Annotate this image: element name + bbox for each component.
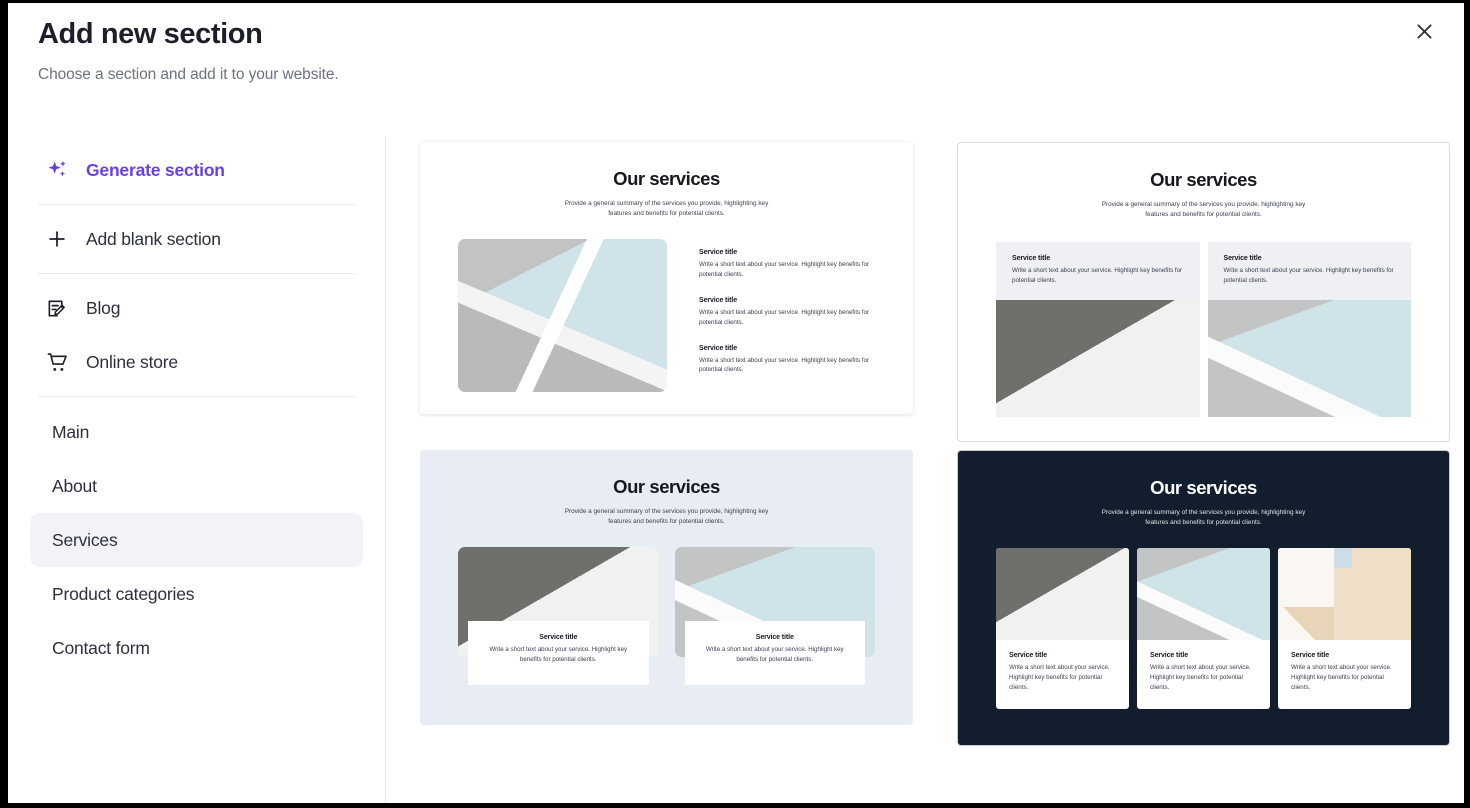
- shopping-cart-icon: [44, 349, 70, 375]
- modal-body: Generate section Add blank section Blog …: [8, 136, 1464, 803]
- service-body: Write a short text about your service. H…: [1150, 663, 1251, 691]
- service-item: Service title Write a short text about y…: [996, 547, 1129, 709]
- sidebar-item-label: About: [52, 475, 97, 496]
- template-card-two-cards-overlay-text[interactable]: Our services Provide a general summary o…: [420, 450, 913, 725]
- service-body: Write a short text about your service. H…: [489, 645, 628, 663]
- service-body: Write a short text about your service. H…: [699, 308, 870, 326]
- template-heading: Our services: [1150, 169, 1257, 190]
- service-item: Service title Write a short text about y…: [996, 241, 1200, 417]
- sidebar-item-label: Contact form: [52, 637, 150, 658]
- sidebar-item-contact-form[interactable]: Contact form: [30, 621, 363, 675]
- sparkles-icon: [44, 157, 70, 183]
- template-heading: Our services: [613, 168, 720, 189]
- service-body: Write a short text about your service. H…: [699, 260, 870, 278]
- service-text-box: Service title Write a short text about y…: [684, 620, 865, 685]
- plus-icon: [44, 226, 70, 252]
- sidebar-item-label: Blog: [86, 297, 121, 318]
- modal-header: Add new section Choose a section and add…: [8, 3, 1464, 84]
- template-header: Our services Provide a general summary o…: [458, 168, 875, 219]
- service-text-box: Service title Write a short text about y…: [468, 620, 649, 685]
- service-title: Service title: [1291, 651, 1329, 659]
- template-photo: [1278, 547, 1411, 640]
- sidebar-item-label: Main: [52, 421, 90, 442]
- template-subheading: Provide a general summary of the service…: [1101, 509, 1306, 526]
- service-title: Service title: [699, 344, 737, 352]
- blog-document-pencil-icon: [44, 295, 70, 321]
- sidebar-item-blog[interactable]: Blog: [30, 281, 363, 335]
- service-item: Service title Write a short text about y…: [674, 546, 875, 685]
- service-title: Service title: [1150, 651, 1188, 659]
- template-card-image-left-three-services[interactable]: Our services Provide a general summary o…: [420, 142, 913, 414]
- service-title: Service title: [1012, 254, 1050, 262]
- template-header: Our services Provide a general summary o…: [996, 169, 1411, 220]
- service-body: Write a short text about your service. H…: [1012, 266, 1183, 284]
- template-photo: [1137, 547, 1270, 640]
- template-gallery: Our services Provide a general summary o…: [386, 136, 1464, 803]
- service-item: Service title Write a short text about y…: [699, 345, 875, 376]
- sidebar-item-online-store[interactable]: Online store: [30, 335, 363, 389]
- template-subheading: Provide a general summary of the service…: [564, 200, 769, 217]
- service-list: Service title Write a short text about y…: [699, 239, 875, 376]
- sidebar-item-services[interactable]: Services: [30, 513, 363, 567]
- template-subheading: Provide a general summary of the service…: [1101, 201, 1306, 218]
- template-card-dark-three-cards[interactable]: Our services Provide a general summary o…: [957, 450, 1450, 746]
- service-body: Write a short text about your service. H…: [705, 645, 844, 663]
- template-photo: [1207, 299, 1411, 417]
- sidebar-item-label: Add blank section: [86, 228, 221, 249]
- template-photo: [996, 547, 1129, 640]
- sidebar-group-blank: Add blank section: [30, 205, 363, 273]
- sidebar-item-label: Services: [52, 529, 118, 550]
- service-item: Service title Write a short text about y…: [699, 297, 875, 328]
- service-item: Service title Write a short text about y…: [458, 546, 659, 685]
- template-header: Our services Provide a general summary o…: [458, 476, 875, 527]
- sidebar-item-label: Product categories: [52, 583, 195, 604]
- page-subtitle: Choose a section and add it to your webs…: [38, 65, 339, 83]
- service-title: Service title: [539, 633, 578, 641]
- sidebar: Generate section Add blank section Blog …: [8, 136, 386, 803]
- service-title: Service title: [1009, 651, 1047, 659]
- template-photo: [458, 238, 667, 392]
- service-title: Service title: [755, 633, 794, 641]
- close-icon: [1416, 23, 1432, 39]
- template-header: Our services Provide a general summary o…: [996, 477, 1411, 528]
- service-title: Service title: [699, 248, 737, 256]
- template-heading: Our services: [1150, 477, 1257, 498]
- service-item: Service title Write a short text about y…: [699, 249, 875, 280]
- sidebar-group-actions: Generate section: [30, 136, 363, 204]
- sidebar-item-add-blank-section[interactable]: Add blank section: [30, 212, 363, 266]
- template-subheading: Provide a general summary of the service…: [564, 508, 769, 525]
- modal-dialog: Add new section Choose a section and add…: [8, 3, 1464, 803]
- service-body: Write a short text about your service. H…: [1223, 266, 1394, 284]
- service-title: Service title: [699, 296, 737, 304]
- service-body: Write a short text about your service. H…: [1291, 663, 1392, 691]
- template-photo: [996, 299, 1200, 417]
- service-item: Service title Write a short text about y…: [1207, 241, 1411, 417]
- close-button[interactable]: [1404, 11, 1444, 51]
- sidebar-item-label: Online store: [86, 351, 178, 372]
- sidebar-item-label: Generate section: [86, 159, 225, 180]
- sidebar-item-product-categories[interactable]: Product categories: [30, 567, 363, 621]
- service-body: Write a short text about your service. H…: [1009, 663, 1110, 691]
- template-heading: Our services: [613, 476, 720, 497]
- sidebar-item-about[interactable]: About: [30, 459, 363, 513]
- page-title: Add new section: [38, 18, 263, 50]
- service-title: Service title: [1223, 254, 1262, 262]
- template-card-two-cards-text-above-image[interactable]: Our services Provide a general summary o…: [957, 142, 1450, 442]
- sidebar-group-pages: Main About Services Product categories C…: [30, 397, 363, 682]
- sidebar-item-main[interactable]: Main: [30, 405, 363, 459]
- service-body: Write a short text about your service. H…: [699, 356, 870, 374]
- service-item: Service title Write a short text about y…: [1278, 547, 1411, 709]
- sidebar-item-generate-section[interactable]: Generate section: [30, 143, 363, 197]
- sidebar-group-content-types: Blog Online store: [30, 274, 363, 396]
- service-item: Service title Write a short text about y…: [1137, 547, 1270, 709]
